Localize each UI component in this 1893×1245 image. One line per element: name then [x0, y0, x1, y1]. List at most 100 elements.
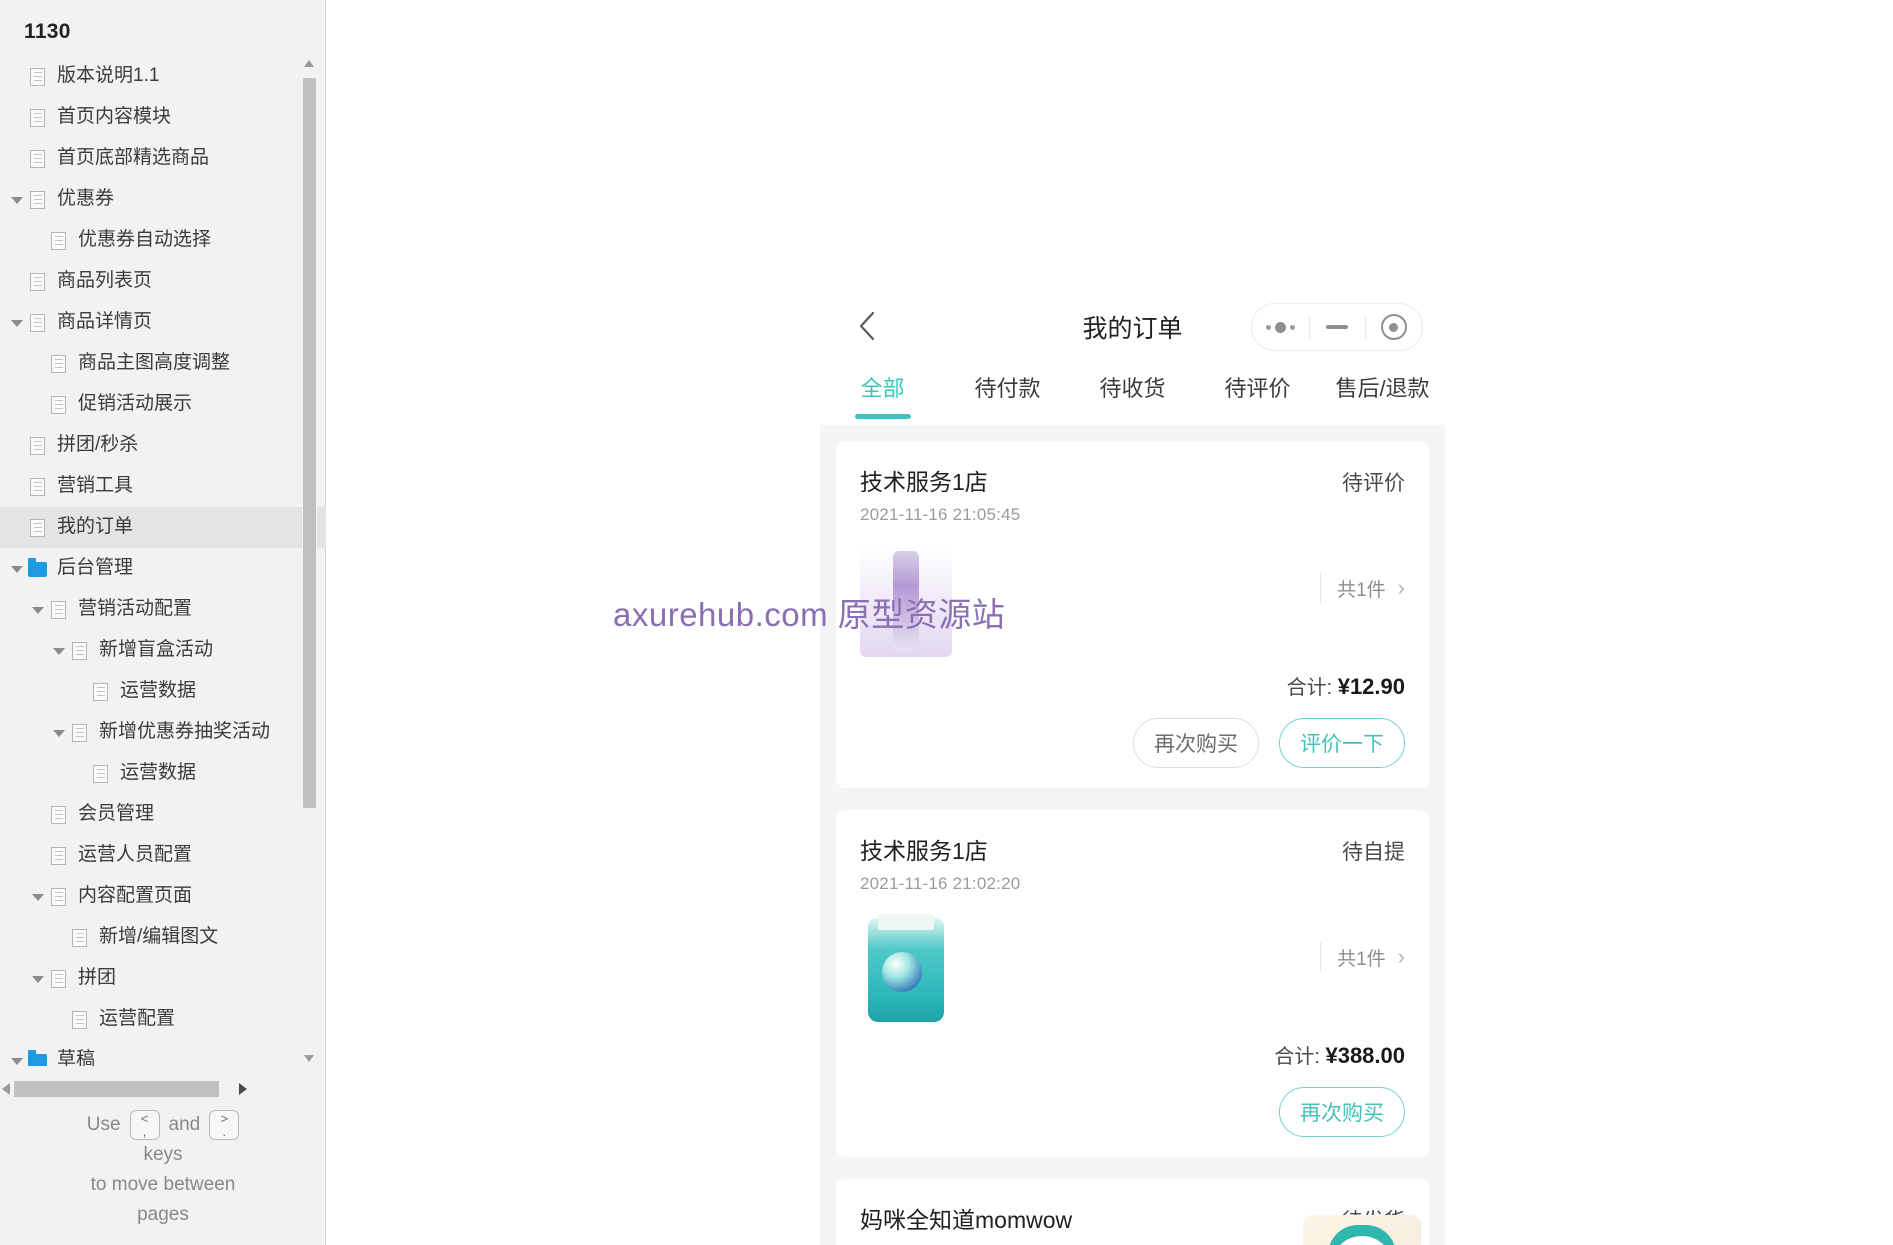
order-card-header: 技术服务1店 待评价: [860, 463, 1405, 497]
more-dots-icon[interactable]: [1252, 303, 1309, 351]
collapse-triangle-icon[interactable]: [29, 888, 47, 906]
sidebar-item-5[interactable]: 商品列表页: [0, 261, 326, 302]
order-action-button-0[interactable]: 再次购买: [1279, 1087, 1405, 1137]
tab-0[interactable]: 全部: [820, 367, 945, 425]
order-timestamp: 2021-11-16 21:05:45: [860, 505, 1021, 524]
page-icon: [49, 231, 69, 251]
page-icon: [49, 846, 69, 866]
minimize-icon[interactable]: [1308, 303, 1366, 351]
item-count-link[interactable]: 共1件 ›: [1320, 573, 1405, 603]
sidebar-item-11[interactable]: 我的订单: [0, 507, 326, 548]
sidebar-item-0[interactable]: 版本说明1.1: [0, 56, 326, 97]
order-total: 合计: ¥388.00: [860, 1040, 1405, 1069]
sidebar-item-label: 促销活动展示: [78, 393, 193, 414]
collapse-triangle-icon[interactable]: [8, 1052, 26, 1067]
sidebar-item-6[interactable]: 商品详情页: [0, 302, 326, 343]
page-icon: [91, 682, 111, 702]
collapse-triangle-icon[interactable]: [29, 601, 47, 619]
page-icon: [49, 887, 69, 907]
collapse-triangle-icon[interactable]: [8, 560, 26, 578]
scroll-left-arrow-icon[interactable]: [0, 1082, 14, 1096]
product-thumbnail[interactable]: [860, 914, 952, 1026]
sidebar-item-9[interactable]: 拼团/秒杀: [0, 425, 326, 466]
collapse-triangle-icon[interactable]: [29, 970, 47, 988]
product-thumbnail[interactable]: [860, 545, 952, 657]
sidebar-item-24[interactable]: 草稿: [0, 1040, 326, 1066]
order-card[interactable]: 妈咪全知道momwow待发货2021-11-16 20:57:34健康管家: [836, 1179, 1429, 1245]
customer-service-mascot-icon[interactable]: 健康管家: [1303, 1215, 1421, 1245]
page-icon: [28, 313, 48, 333]
order-card[interactable]: 技术服务1店 待自提 2021-11-16 21:02:20 共1件 › 合计: ¥388…: [836, 810, 1429, 1157]
sidebar-item-21[interactable]: 新增/编辑图文: [0, 917, 326, 958]
sidebar-item-20[interactable]: 内容配置页面: [0, 876, 326, 917]
sidebar-item-12[interactable]: 后台管理: [0, 548, 326, 589]
sidebar-item-label: 版本说明1.1: [57, 65, 160, 86]
order-status-tabs[interactable]: 全部 待付款 待收货 待评价 售后/退款: [820, 367, 1445, 425]
sidebar-item-18[interactable]: 会员管理: [0, 794, 326, 835]
tab-3[interactable]: 待评价: [1195, 367, 1320, 425]
tab-4[interactable]: 售后/退款: [1320, 367, 1445, 425]
total-amount: ¥388.00: [1325, 1043, 1405, 1068]
sidebar-item-4[interactable]: 优惠券自动选择: [0, 220, 326, 261]
sidebar-item-label: 新增/编辑图文: [99, 926, 219, 947]
sidebar-item-8[interactable]: 促销活动展示: [0, 384, 326, 425]
order-action-button-0[interactable]: 再次购买: [1133, 718, 1259, 768]
page-icon: [49, 395, 69, 415]
sidebar-item-2[interactable]: 首页底部精选商品: [0, 138, 326, 179]
order-card-header: 技术服务1店 待自提: [860, 832, 1405, 866]
sidebar-item-10[interactable]: 营销工具: [0, 466, 326, 507]
sidebar-item-17[interactable]: 运营数据: [0, 753, 326, 794]
sidebar-item-label: 后台管理: [57, 557, 134, 578]
sidebar-item-label: 运营数据: [120, 680, 197, 701]
sidebar-item-7[interactable]: 商品主图高度调整: [0, 343, 326, 384]
page-icon: [70, 1010, 90, 1030]
sidebar-item-13[interactable]: 营销活动配置: [0, 589, 326, 630]
tree-vertical-scrollbar[interactable]: [302, 56, 317, 1066]
order-card[interactable]: 技术服务1店 待评价 2021-11-16 21:05:45 共1件 › 合计: ¥12.…: [836, 441, 1429, 788]
page-icon: [28, 149, 48, 169]
collapse-triangle-icon[interactable]: [8, 191, 26, 209]
order-list[interactable]: 技术服务1店 待评价 2021-11-16 21:05:45 共1件 › 合计: ¥12.…: [820, 425, 1445, 1245]
sidebar: 1130 版本说明1.1 首页内容模块 首页底部精选商品 优惠券 优惠券自动选择 商品列表…: [0, 0, 326, 1245]
sidebar-item-22[interactable]: 拼团: [0, 958, 326, 999]
vertical-scroll-thumb[interactable]: [303, 78, 316, 808]
next-page-keycap-icon: > .: [209, 1110, 240, 1140]
sidebar-item-3[interactable]: 优惠券: [0, 179, 326, 220]
sidebar-item-16[interactable]: 新增优惠券抽奖活动: [0, 712, 326, 753]
collapse-triangle-icon[interactable]: [50, 724, 68, 742]
target-circle-icon[interactable]: [1365, 303, 1422, 351]
sidebar-item-19[interactable]: 运营人员配置: [0, 835, 326, 876]
folder-icon: [28, 1049, 48, 1066]
tab-2[interactable]: 待收货: [1070, 367, 1195, 425]
page-tree[interactable]: 版本说明1.1 首页内容模块 首页底部精选商品 优惠券 优惠券自动选择 商品列表页 商品详情…: [0, 56, 326, 1066]
prototype-canvas: 我的订单 全部 待付款 待收货 待评价 售后/退款 技术服务1店 待评价 2021-11-1…: [326, 0, 1893, 1245]
sidebar-item-15[interactable]: 运营数据: [0, 671, 326, 712]
sidebar-item-label: 新增盲盒活动: [99, 639, 214, 660]
tab-1[interactable]: 待付款: [945, 367, 1070, 425]
tree-horizontal-scrollbar[interactable]: [0, 1078, 326, 1100]
scroll-down-arrow-icon[interactable]: [302, 1051, 317, 1066]
sidebar-item-23[interactable]: 运营配置: [0, 999, 326, 1040]
page-icon: [28, 436, 48, 456]
scroll-up-arrow-icon[interactable]: [302, 56, 317, 71]
sidebar-item-label: 我的订单: [57, 516, 134, 537]
sidebar-item-14[interactable]: 新增盲盒活动: [0, 630, 326, 671]
shop-name: 妈咪全知道momwow: [860, 1207, 1073, 1233]
page-icon: [49, 600, 69, 620]
item-count-link[interactable]: 共1件 ›: [1320, 942, 1405, 972]
page-icon: [28, 190, 48, 210]
hint-and-label: and: [168, 1114, 201, 1135]
horizontal-scroll-thumb[interactable]: [14, 1081, 219, 1097]
scroll-right-arrow-icon[interactable]: [236, 1082, 250, 1096]
sidebar-item-1[interactable]: 首页内容模块: [0, 97, 326, 138]
collapse-triangle-icon[interactable]: [50, 642, 68, 660]
order-action-button-1[interactable]: 评价一下: [1279, 718, 1405, 768]
collapse-triangle-icon[interactable]: [8, 314, 26, 332]
order-actions: 再次购买 评价一下: [860, 718, 1405, 768]
